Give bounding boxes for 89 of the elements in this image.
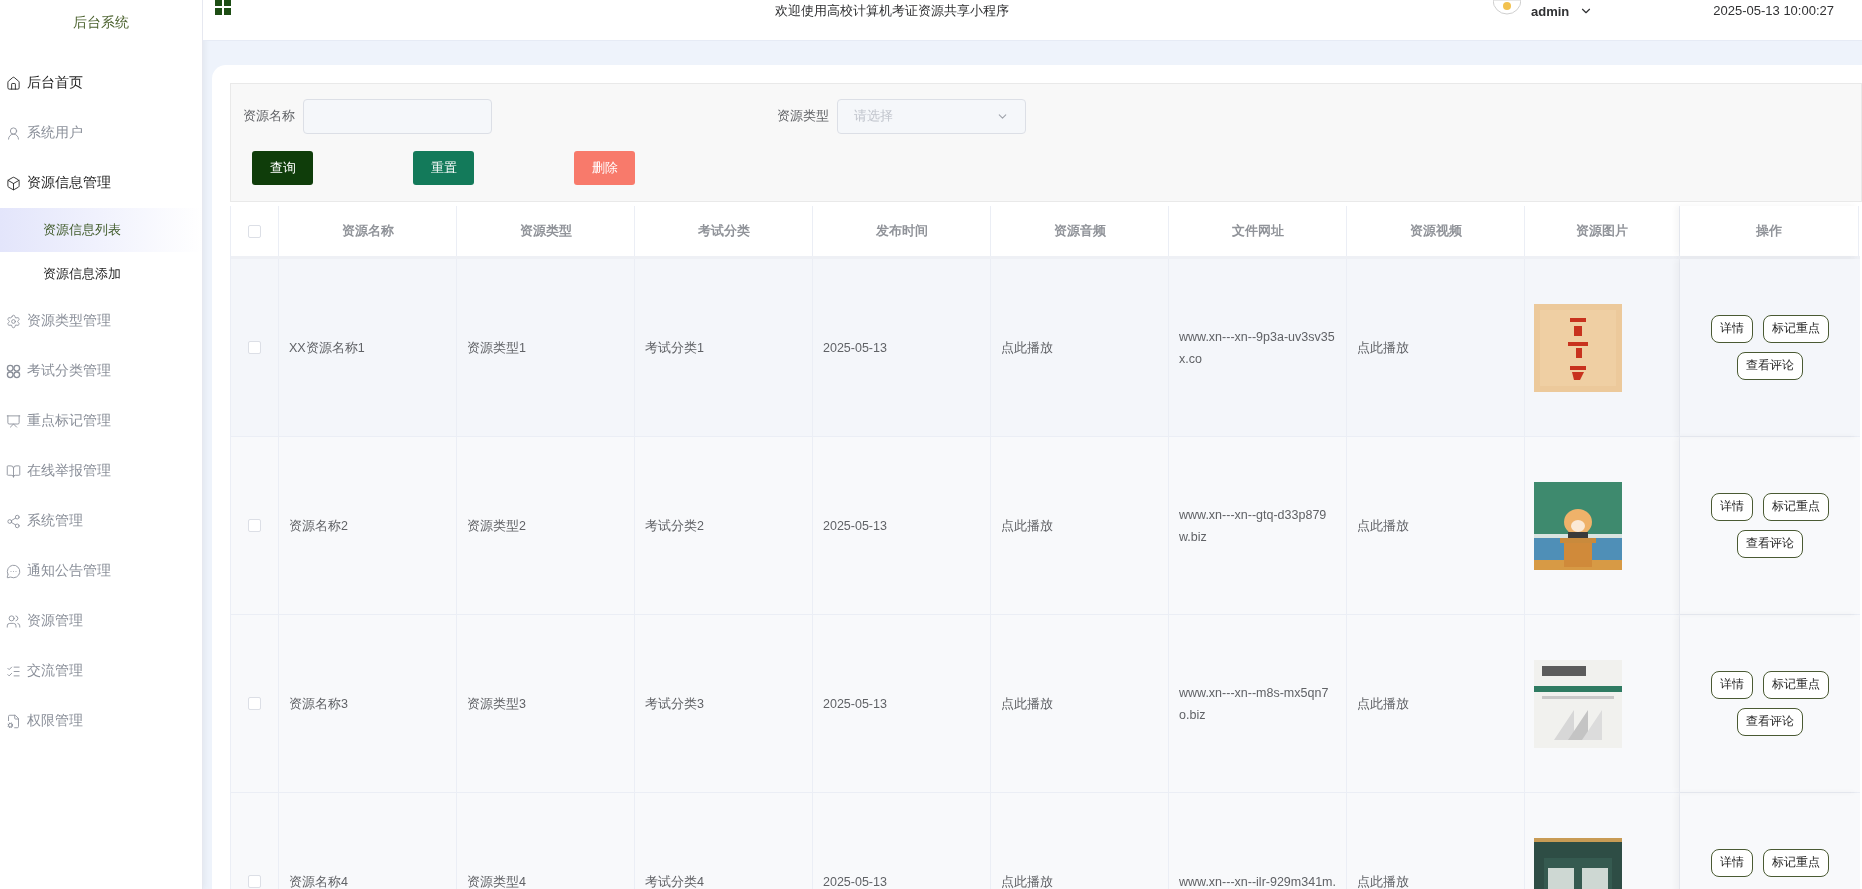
resource-name: XX资源名称1 [289, 339, 365, 357]
sidebar-item[interactable]: 资源管理 [0, 596, 202, 646]
query-button[interactable]: 查询 [252, 151, 313, 185]
filter-label: 资源类型 [777, 108, 829, 126]
file-settings-icon [6, 713, 21, 729]
sidebar-subitem[interactable]: 资源信息列表 [0, 208, 202, 252]
column-header: 资源视频 [1347, 206, 1525, 256]
checkbox[interactable] [248, 224, 261, 238]
action-button[interactable]: 标记重点 [1762, 671, 1829, 699]
action-button[interactable]: 查看评论 [1736, 352, 1803, 380]
action-button[interactable]: 标记重点 [1762, 315, 1829, 343]
sidebar-item[interactable]: 系统用户 [0, 108, 202, 158]
resource-type: 资源类型2 [467, 517, 526, 535]
video-link[interactable]: 点此播放 [1357, 514, 1409, 537]
column-header: 资源类型 [457, 206, 635, 256]
checkbox[interactable] [248, 341, 261, 354]
checklist-icon [6, 663, 21, 679]
action-button[interactable]: 标记重点 [1762, 493, 1829, 521]
column-header: 发布时间 [813, 206, 991, 256]
sidebar-item[interactable]: 重点标记管理 [0, 396, 202, 446]
filter-label: 资源名称 [243, 108, 295, 126]
board-icon [6, 413, 21, 429]
resource-type: 资源类型4 [467, 873, 526, 889]
resource-type: 资源类型3 [467, 695, 526, 713]
publish-date: 2025-05-13 [823, 873, 887, 889]
reset-button[interactable]: 重置 [413, 151, 474, 185]
sidebar-item[interactable]: 后台首页 [0, 58, 202, 108]
sidebar-item[interactable]: 交流管理 [0, 646, 202, 696]
video-link[interactable]: 点此播放 [1357, 870, 1409, 889]
audio-link[interactable]: 点此播放 [1001, 870, 1053, 889]
video-link[interactable]: 点此播放 [1357, 336, 1409, 359]
action-button[interactable]: 详情 [1710, 493, 1753, 521]
audio-link[interactable]: 点此播放 [1001, 336, 1053, 359]
column-header: 资源音频 [991, 206, 1169, 256]
sidebar-item[interactable]: 考试分类管理 [0, 346, 202, 396]
circles-icon [6, 363, 21, 379]
exam-category: 考试分类3 [645, 695, 704, 713]
grid-icon[interactable] [215, 0, 231, 15]
exam-category: 考试分类4 [645, 873, 704, 889]
file-url: www.xn---xn--9p3a-uv3sv35x.co [1179, 328, 1336, 368]
action-button[interactable]: 详情 [1710, 315, 1753, 343]
users-icon [6, 613, 21, 629]
settings-icon [6, 313, 21, 329]
sidebar-subitem[interactable]: 资源信息添加 [0, 252, 202, 296]
action-button[interactable]: 详情 [1710, 671, 1753, 699]
share-icon [6, 513, 21, 529]
resource-type: 资源类型1 [467, 339, 526, 357]
action-button[interactable]: 查看评论 [1736, 530, 1803, 558]
column-header: 文件网址 [1169, 206, 1347, 256]
column-header: 资源名称 [279, 206, 457, 256]
video-link[interactable]: 点此播放 [1357, 692, 1409, 715]
sidebar-item[interactable]: 权限管理 [0, 696, 202, 746]
file-url: www.xn---xn--ilr-929m341m. [1179, 873, 1336, 889]
name-input[interactable] [303, 99, 492, 134]
publish-date: 2025-05-13 [823, 517, 887, 535]
book-icon [6, 463, 21, 479]
resource-name: 资源名称4 [289, 873, 348, 889]
column-header: 操作 [1680, 206, 1859, 256]
home-icon [6, 75, 21, 91]
column-header: 考试分类 [635, 206, 813, 256]
action-button[interactable]: 查看评论 [1736, 708, 1803, 736]
resource-name: 资源名称2 [289, 517, 348, 535]
resource-name: 资源名称3 [289, 695, 348, 713]
publish-date: 2025-05-13 [823, 695, 887, 713]
datetime: 2025-05-13 10:00:27 [1713, 2, 1834, 20]
audio-link[interactable]: 点此播放 [1001, 692, 1053, 715]
checkbox[interactable] [248, 875, 261, 888]
action-button[interactable]: 标记重点 [1762, 849, 1829, 877]
action-button[interactable]: 详情 [1710, 849, 1753, 877]
file-url: www.xn---xn--gtq-d33p879w.biz [1179, 506, 1328, 546]
exam-category: 考试分类2 [645, 517, 704, 535]
sidebar-item[interactable]: 通知公告管理 [0, 546, 202, 596]
welcome-title: 欢迎使用高校计算机考证资源共享小程序 [775, 2, 1009, 20]
user-icon [6, 125, 21, 141]
file-url: www.xn---xn--m8s-mx5qn7o.biz [1179, 684, 1330, 724]
sidebar-item[interactable]: 系统管理 [0, 496, 202, 546]
chat-icon [6, 563, 21, 579]
column-header: 资源图片 [1525, 206, 1680, 256]
username[interactable]: admin [1531, 0, 1570, 22]
sidebar-item[interactable]: 资源类型管理 [0, 296, 202, 346]
checkbox[interactable] [248, 519, 261, 532]
sidebar-item[interactable]: 资源信息管理 [0, 158, 202, 208]
sidebar-item[interactable]: 在线举报管理 [0, 446, 202, 496]
publish-date: 2025-05-13 [823, 339, 887, 357]
exam-category: 考试分类1 [645, 339, 704, 357]
sidebar-title: 后台系统 [73, 13, 129, 32]
checkbox[interactable] [248, 697, 261, 710]
audio-link[interactable]: 点此播放 [1001, 514, 1053, 537]
cube-icon [6, 175, 21, 191]
